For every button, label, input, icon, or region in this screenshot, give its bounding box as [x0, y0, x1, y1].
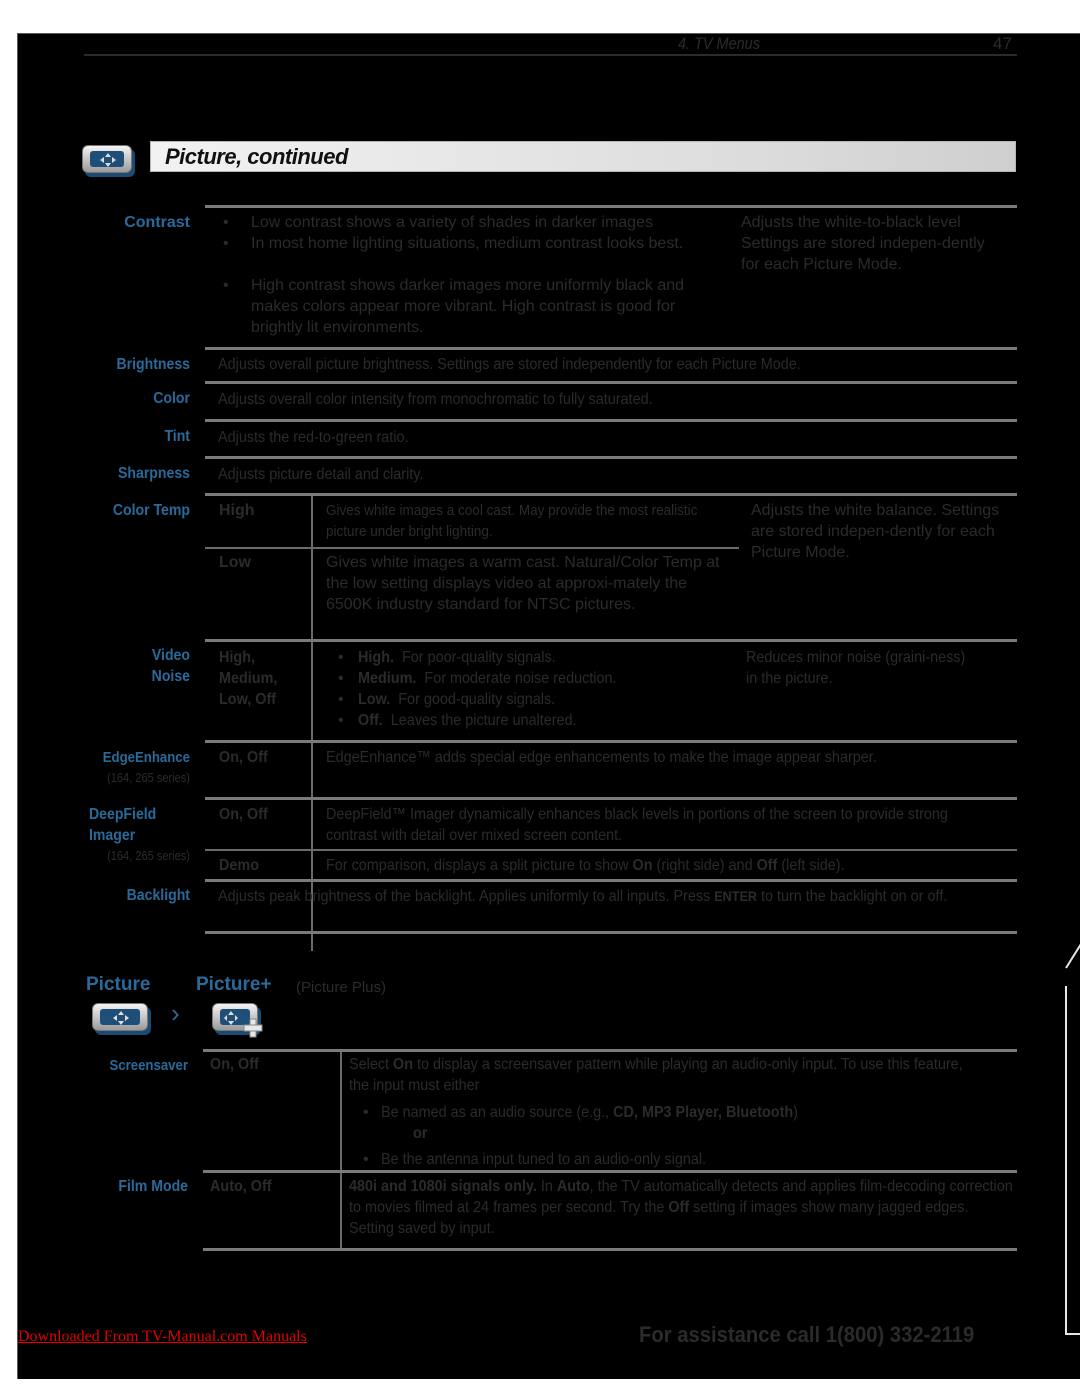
deepfield-label-2: Imager [89, 827, 136, 844]
divider [205, 493, 1017, 496]
bullet-icon: • [338, 691, 344, 708]
picture-menu-icon [82, 145, 132, 173]
bullet-icon: • [338, 649, 344, 666]
column-divider [311, 743, 313, 951]
divider [203, 1170, 1017, 1173]
deepfield-label-1: DeepField [89, 806, 157, 823]
color-temp-label: Color Temp [112, 502, 190, 519]
noise-bullet: Off. Leaves the picture unaltered. [358, 712, 577, 729]
sharpness-label: Sharpness [118, 465, 190, 482]
divider [205, 419, 1017, 422]
side-tab [1065, 986, 1080, 1335]
contrast-bullet: Low contrast shows a variety of shades i… [251, 214, 653, 231]
demo-option: Demo [219, 857, 260, 874]
deepfield-options: On, Off [219, 806, 268, 823]
bullet-icon: • [223, 214, 229, 231]
bullet-icon: • [223, 235, 229, 252]
divider [205, 205, 1017, 208]
download-source-link[interactable]: Downloaded From TV-Manual.com Manuals [18, 1328, 307, 1346]
screensaver-options: On, Off [210, 1056, 259, 1073]
section-title-bar: Picture, continued [150, 141, 1016, 172]
sharpness-text: Adjusts picture detail and clarity. [218, 466, 424, 483]
divider [205, 931, 1017, 934]
video-noise-options: High, Medium, Low, Off [219, 649, 278, 708]
bullet-icon: • [223, 277, 229, 294]
edge-enhance-text: EdgeEnhance™ adds special edge enhanceme… [326, 749, 877, 766]
divider [205, 381, 1017, 384]
picture-menu-icon [92, 1003, 148, 1031]
divider [203, 1248, 1017, 1251]
video-noise-label-1: Video [151, 647, 190, 664]
noise-bullet: Low. For good-quality signals. [358, 691, 556, 708]
divider [205, 547, 739, 549]
contrast-label: Contrast [124, 214, 190, 231]
bullet-icon: • [363, 1104, 369, 1121]
color-temp-note: Adjusts the white balance. Settings are … [751, 502, 1000, 561]
demo-text: For comparison, displays a split picture… [326, 857, 845, 874]
film-mode-options: Auto, Off [210, 1178, 272, 1195]
contrast-note: Adjusts the white-to-black level Setting… [741, 214, 985, 273]
column-divider [311, 642, 313, 742]
video-noise-note: Reduces minor noise (graini-ness) in the… [746, 649, 966, 687]
divider [205, 456, 1017, 459]
divider [205, 849, 1017, 851]
option-low-text: Gives white images a warm cast. Natural/… [326, 554, 720, 613]
edge-enhance-series: (164, 265 series) [107, 770, 190, 785]
arrows-icon [113, 1011, 129, 1025]
tint-label: Tint [164, 428, 190, 445]
screensaver-label: Screensaver [109, 1057, 188, 1074]
plus-icon [243, 1018, 263, 1038]
side-tab-edge [1065, 942, 1080, 969]
edge-enhance-options: On, Off [219, 749, 268, 766]
section-title: Picture, continued [165, 144, 348, 169]
noise-bullet: Medium. For moderate noise reduction. [358, 670, 617, 687]
or-text: or [413, 1125, 428, 1142]
column-divider [311, 496, 313, 639]
film-mode-text: 480i and 1080i signals only. In Auto, th… [349, 1178, 1013, 1237]
noise-bullet: High. For poor-quality signals. [358, 649, 556, 666]
breadcrumb-picture[interactable]: Picture [86, 974, 150, 996]
option-low: Low [219, 554, 251, 571]
bullet-icon: • [338, 670, 344, 687]
breadcrumb-picture-plus[interactable]: Picture+ [196, 974, 272, 996]
option-high-text: Gives white images a cool cast. May prov… [326, 502, 698, 540]
screensaver-bullet: Be named as an audio source (e.g., CD, M… [381, 1104, 798, 1121]
bullet-icon: • [363, 1151, 369, 1168]
picture-plus-menu-icon [212, 1003, 263, 1038]
deepfield-text: DeepField™ Imager dynamically enhances b… [326, 806, 948, 844]
page-number: 47 [993, 34, 1012, 53]
film-mode-label: Film Mode [118, 1178, 188, 1195]
color-text: Adjusts overall color intensity from mon… [218, 391, 653, 408]
arrows-icon [100, 153, 116, 167]
backlight-text: Adjusts peak brightness of the backlight… [218, 888, 948, 905]
tint-text: Adjusts the red-to-green ratio. [218, 429, 409, 446]
video-noise-label-2: Noise [151, 668, 190, 685]
screensaver-intro: Select On to display a screensaver patte… [349, 1056, 963, 1094]
option-high: High [219, 502, 255, 519]
brightness-text: Adjusts overall picture brightness. Sett… [218, 356, 801, 373]
header-rule [84, 54, 1017, 56]
divider [205, 639, 1017, 642]
contrast-bullet: High contrast shows darker images more u… [251, 277, 685, 336]
screensaver-bullet: Be the antenna input tuned to an audio-o… [381, 1151, 707, 1168]
color-label: Color [153, 390, 190, 407]
section-header: 4. TV Menus [678, 34, 760, 53]
assistance-phone: For assistance call 1(800) 332-2119 [639, 1322, 975, 1347]
brightness-label: Brightness [116, 356, 190, 373]
manual-page: 4. TV Menus 47 Picture, continued Contra… [17, 33, 1080, 1379]
chevron-right-icon: › [171, 998, 180, 1028]
divider [205, 740, 1017, 743]
deepfield-series: (164, 265 series) [107, 848, 190, 863]
bullet-icon: • [338, 712, 344, 729]
divider [205, 347, 1017, 350]
divider [205, 797, 1017, 800]
edge-enhance-label: EdgeEnhance [102, 749, 190, 766]
column-divider [340, 1052, 342, 1248]
picture-plus-note: (Picture Plus) [296, 979, 387, 996]
divider [205, 879, 1017, 882]
contrast-bullet: In most home lighting situations, medium… [251, 235, 684, 252]
backlight-label: Backlight [126, 887, 190, 904]
divider [203, 1049, 1017, 1052]
